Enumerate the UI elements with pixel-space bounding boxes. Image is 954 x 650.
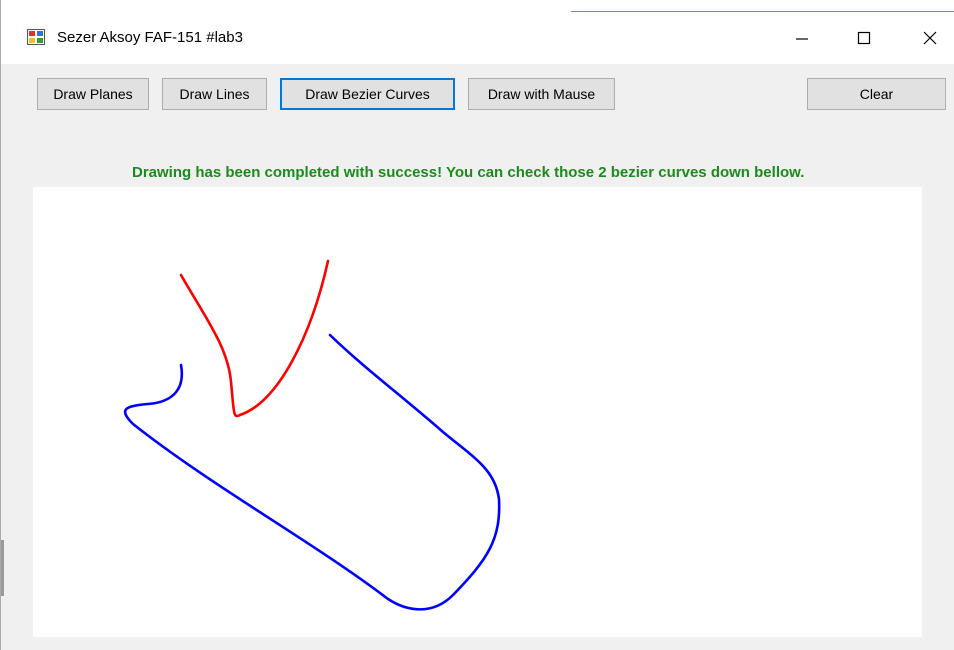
draw-bezier-curves-button[interactable]: Draw Bezier Curves bbox=[280, 78, 455, 110]
maximize-button[interactable] bbox=[841, 12, 887, 64]
left-edge-mark bbox=[1, 540, 4, 596]
draw-lines-button[interactable]: Draw Lines bbox=[162, 78, 267, 110]
app-icon bbox=[27, 29, 45, 45]
blue-curve bbox=[123, 333, 501, 611]
status-message: Drawing has been completed with success!… bbox=[132, 164, 805, 181]
red-curve bbox=[179, 259, 330, 418]
app-window: Sezer Aksoy FAF-151 #lab3 Draw Planes Dr… bbox=[0, 0, 954, 650]
close-button[interactable] bbox=[907, 12, 953, 64]
draw-planes-button[interactable]: Draw Planes bbox=[37, 78, 149, 110]
clear-button[interactable]: Clear bbox=[807, 78, 946, 110]
close-icon bbox=[923, 31, 937, 45]
canvas-drawing bbox=[123, 259, 501, 611]
window-title: Sezer Aksoy FAF-151 #lab3 bbox=[57, 29, 243, 46]
drawing-canvas[interactable] bbox=[33, 187, 922, 637]
maximize-icon bbox=[857, 31, 871, 45]
minimize-button[interactable] bbox=[779, 12, 825, 64]
minimize-icon bbox=[796, 38, 808, 40]
draw-with-mouse-button[interactable]: Draw with Mause bbox=[468, 78, 615, 110]
title-bar[interactable]: Sezer Aksoy FAF-151 #lab3 bbox=[1, 12, 954, 64]
background-window-strip bbox=[1, 0, 954, 12]
